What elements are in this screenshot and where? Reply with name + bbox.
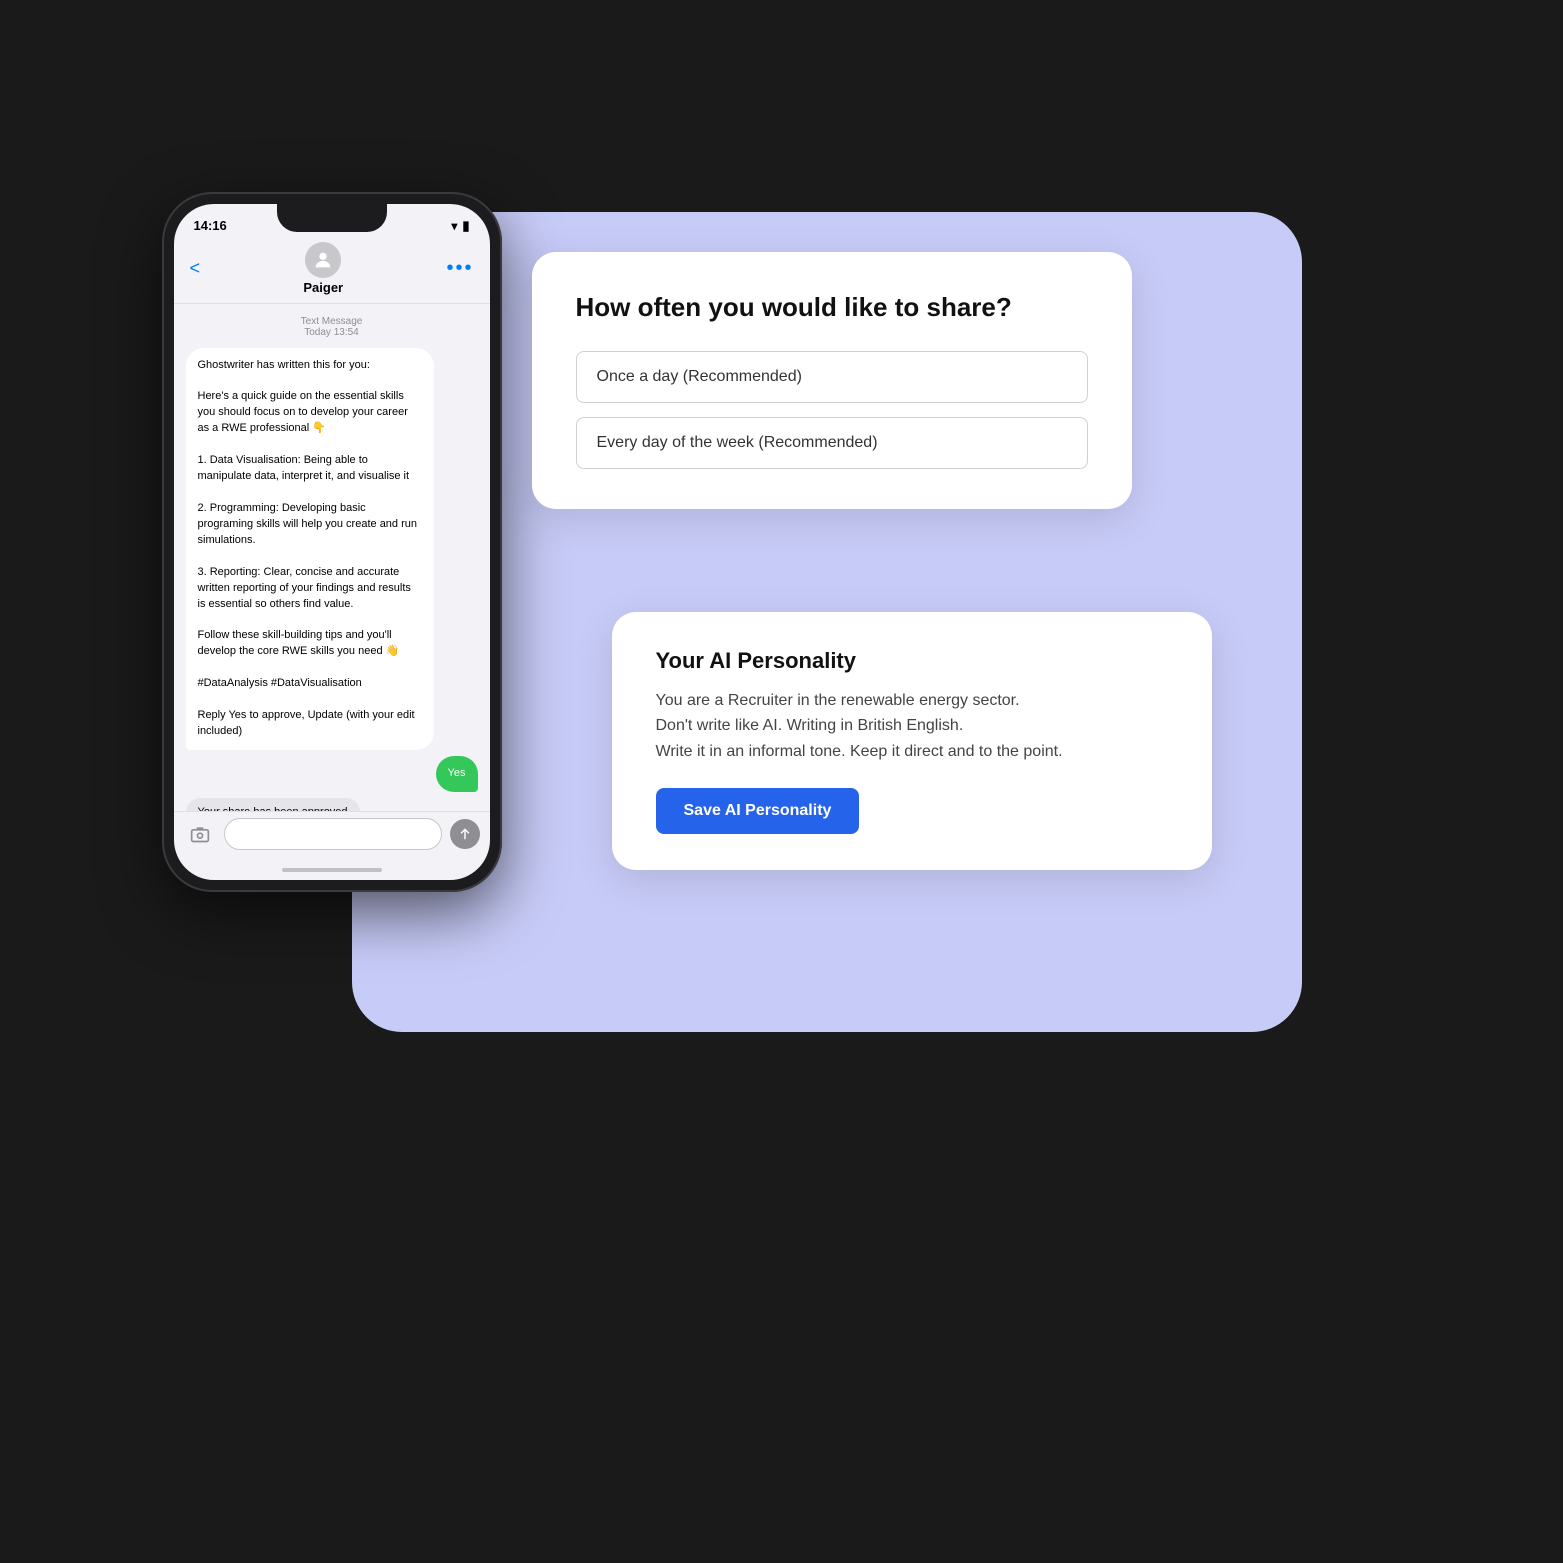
personality-description: You are a Recruiter in the renewable ene…: [656, 688, 1168, 765]
home-bar: [282, 868, 382, 872]
phone-screen: 14:16 ▾ ▮ < Paiger: [174, 204, 490, 880]
wifi-icon: ▾: [451, 219, 457, 233]
frequency-card: How often you would like to share? Once …: [532, 252, 1132, 509]
battery-icon: ▮: [462, 218, 469, 234]
messages-area: Text Message Today 13:54 Ghostwriter has…: [174, 304, 490, 811]
send-icon: [458, 827, 472, 841]
personality-card-title: Your AI Personality: [656, 648, 1168, 674]
status-bar-right: ▾ ▮: [451, 218, 469, 234]
input-bar: [174, 811, 490, 860]
message-header: < Paiger •••: [174, 238, 490, 304]
frequency-option-1[interactable]: Once a day (Recommended): [576, 351, 1088, 403]
scene: 14:16 ▾ ▮ < Paiger: [132, 132, 1432, 1432]
contact-info: Paiger: [303, 242, 343, 295]
back-button[interactable]: <: [190, 258, 201, 279]
save-ai-personality-button[interactable]: Save AI Personality: [656, 788, 860, 834]
contact-name: Paiger: [303, 280, 343, 295]
phone-frame: 14:16 ▾ ▮ < Paiger: [162, 192, 502, 892]
more-button[interactable]: •••: [446, 257, 473, 280]
personality-card: Your AI Personality You are a Recruiter …: [612, 612, 1212, 871]
camera-button[interactable]: [184, 818, 216, 850]
camera-icon: [190, 824, 210, 844]
status-time: 14:16: [194, 218, 227, 233]
message-bubble-received: Ghostwriter has written this for you: He…: [186, 348, 434, 751]
message-input[interactable]: [224, 818, 442, 850]
bubble-sent-yes: Yes: [436, 756, 478, 792]
frequency-option-2[interactable]: Every day of the week (Recommended): [576, 417, 1088, 469]
phone-notch: [277, 204, 387, 232]
message-date: Text Message Today 13:54: [186, 316, 478, 338]
home-indicator: [174, 860, 490, 880]
send-button[interactable]: [450, 819, 480, 849]
frequency-card-title: How often you would like to share?: [576, 292, 1088, 323]
approval-notification: Your share has been approved: [186, 798, 360, 811]
avatar-icon: [312, 249, 334, 271]
contact-avatar: [305, 242, 341, 278]
